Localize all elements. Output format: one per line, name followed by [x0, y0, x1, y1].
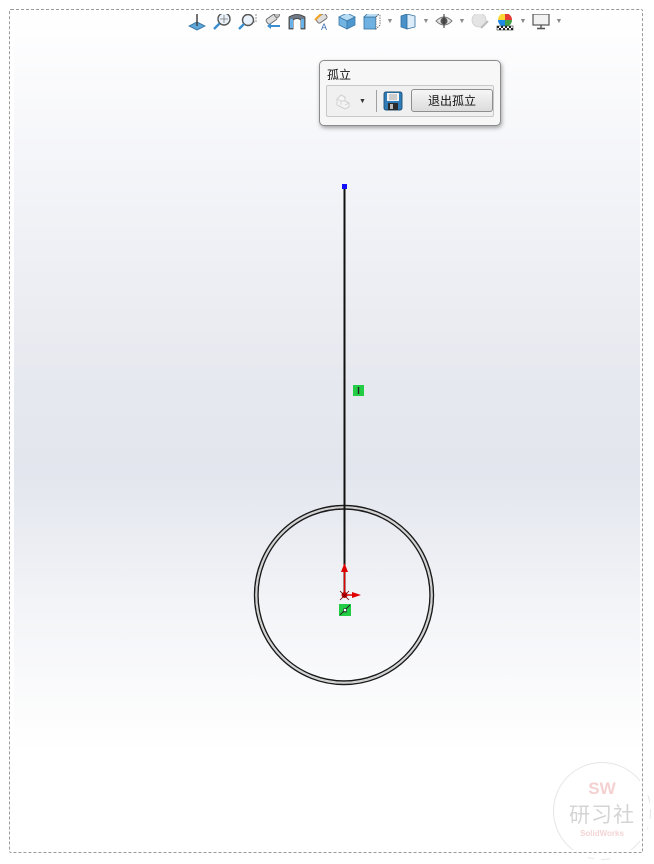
- stamp-frame: [0, 0, 654, 864]
- frame-border: [9, 9, 643, 853]
